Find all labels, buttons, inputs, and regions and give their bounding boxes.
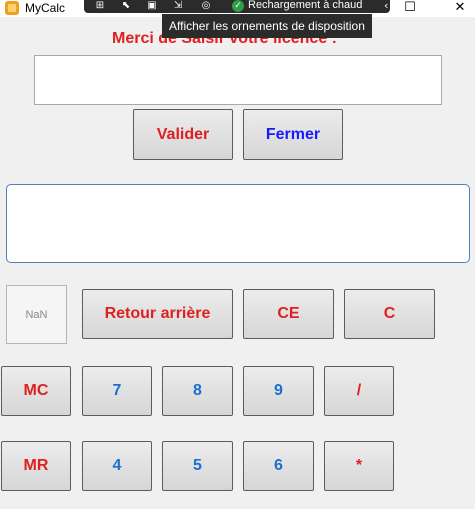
clear-button[interactable]: C xyxy=(344,289,435,339)
app-icon xyxy=(5,1,19,15)
digit-4-button[interactable]: 4 xyxy=(82,441,152,491)
debug-toolbar: ⊞ ⬉ ▣ ⇲ ◎ ✓ Rechargement à chaud ‹ xyxy=(84,0,390,13)
collapse-toolbar-chevron-icon[interactable]: ‹ xyxy=(384,0,388,12)
binding-failures-icon[interactable]: ◎ xyxy=(198,0,214,13)
live-visual-tree-icon[interactable]: ⊞ xyxy=(92,0,108,13)
memory-recall-button[interactable]: MR xyxy=(1,441,71,491)
memory-clear-button[interactable]: MC xyxy=(1,366,71,416)
app-title: MyCalc xyxy=(25,1,66,15)
hot-reload-label[interactable]: Rechargement à chaud xyxy=(248,0,362,11)
close-button[interactable]: ✕ xyxy=(448,0,472,17)
tooltip: Afficher les ornements de disposition xyxy=(162,14,372,38)
display-layout-adorners-icon[interactable]: ▣ xyxy=(144,0,160,13)
digit-5-button[interactable]: 5 xyxy=(162,441,233,491)
select-element-icon[interactable]: ⬉ xyxy=(118,0,134,13)
close-licence-button[interactable]: Fermer xyxy=(243,109,343,160)
multiply-button[interactable]: * xyxy=(324,441,394,491)
track-focus-icon[interactable]: ⇲ xyxy=(170,0,186,13)
calculator-display[interactable] xyxy=(6,184,470,263)
clear-entry-button[interactable]: CE xyxy=(243,289,334,339)
validate-button[interactable]: Valider xyxy=(133,109,233,160)
backspace-button[interactable]: Retour arrière xyxy=(82,289,233,339)
status-indicator: NaN xyxy=(6,285,67,344)
digit-6-button[interactable]: 6 xyxy=(243,441,314,491)
maximize-button[interactable]: ☐ xyxy=(398,0,422,17)
licence-input[interactable] xyxy=(34,55,442,105)
hot-reload-check-icon: ✓ xyxy=(232,0,244,12)
divide-button[interactable]: / xyxy=(324,366,394,416)
digit-8-button[interactable]: 8 xyxy=(162,366,233,416)
digit-9-button[interactable]: 9 xyxy=(243,366,314,416)
digit-7-button[interactable]: 7 xyxy=(82,366,152,416)
